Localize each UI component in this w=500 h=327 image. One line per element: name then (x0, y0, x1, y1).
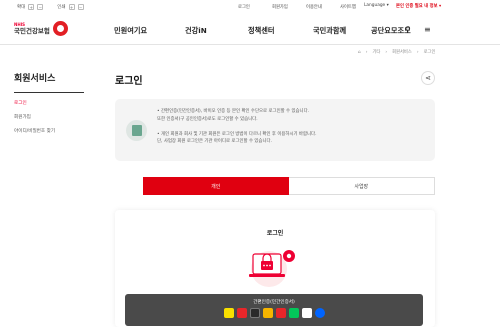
kb-icon[interactable] (263, 308, 273, 318)
tab-personal[interactable]: 개인 (143, 177, 289, 195)
breadcrumb-member[interactable]: 회원서비스 (392, 49, 412, 55)
language-select[interactable]: Language ▾ (364, 3, 389, 8)
print-minus-button[interactable]: − (77, 4, 84, 10)
payco-icon[interactable] (237, 308, 247, 318)
laptop-lock-icon (249, 250, 295, 287)
notice-line: • 개인 회원과 회사 및 기관 회원은 로그인 방법이 다르니 확인 후 이용… (157, 131, 317, 137)
document-icon (126, 120, 147, 141)
font-size-label: 확대 (17, 5, 26, 10)
user-menu[interactable]: 본인 인증 필요 내 정보 ▾ (396, 3, 441, 9)
signup-link[interactable]: 회원가입 (272, 4, 306, 10)
search-icon[interactable]: ⚲ (405, 25, 411, 34)
share-icon[interactable]: ⋖ (421, 71, 435, 85)
notice-line: • 간편인증(민간인증서), 바이오 인증 등 본인 확인 수단으로 로그인할 … (157, 109, 310, 114)
toss-icon[interactable] (315, 308, 325, 318)
nav-item-together[interactable]: 국민과함께 (313, 26, 371, 36)
notice-line (157, 123, 316, 131)
naver-icon[interactable] (289, 308, 299, 318)
page-title: 로그인 (115, 76, 143, 87)
sidebar-menu: 로그인 회원가입 아이디/비밀번호 찾기 (14, 100, 55, 142)
main-nav: 민원여기요 건강iN 정책센터 국민과함께 공단요모조모 (114, 26, 441, 36)
breadcrumb-current: 로그인 (423, 50, 436, 55)
logo-mark-icon (52, 21, 68, 36)
notice-line: 또한 인증서(구 공인인증서)로도 로그인할 수 있습니다. (157, 116, 258, 122)
sidebar-item-find-account[interactable]: 아이디/비밀번호 찾기 (14, 128, 55, 142)
nav-item-civil[interactable]: 민원여기요 (114, 26, 185, 36)
sidebar-title: 회원서비스 (14, 74, 56, 84)
login-card-title: 로그인 (266, 230, 284, 237)
nav-item-policy[interactable]: 정책센터 (248, 26, 313, 36)
simple-auth-title: 간편인증(민간인증서) (253, 300, 295, 305)
pass-icon[interactable] (276, 308, 286, 318)
breadcrumb: ⌂ › 기타 › 회원서비스 › 로그인 (358, 49, 436, 56)
print-label: 인쇄 (57, 5, 66, 10)
nav-item-health[interactable]: 건강iN (185, 26, 248, 36)
print-plus-button[interactable]: + (68, 4, 75, 10)
login-link[interactable]: 로그인 (238, 4, 272, 10)
zoom-in-button[interactable]: + (28, 4, 35, 10)
site-logo[interactable]: NHIS 국민건강보험 (14, 21, 68, 36)
guide-link[interactable]: 이용안내 (306, 4, 340, 10)
notice-line: 단, 사업장 회원 로그인은 기관 아이디로 로그인할 수 있습니다. (157, 139, 272, 145)
font-size-controls: 확대 + − 인쇄 + − (17, 4, 84, 10)
simple-auth-icons (224, 308, 325, 318)
notice-box: • 간편인증(민간인증서), 바이오 인증 등 본인 확인 수단으로 로그인할 … (115, 99, 435, 161)
breadcrumb-etc[interactable]: 기타 (372, 49, 380, 55)
zoom-out-button[interactable]: − (37, 4, 44, 10)
breadcrumb-separator: › (416, 49, 419, 55)
site-header: NHIS 국민건강보험 민원여기요 건강iN 정책센터 국민과함께 공단요모조모… (0, 15, 500, 45)
login-card: 로그인 간편인증(민간인증서) (115, 210, 435, 327)
menu-icon[interactable]: ≡ (424, 25, 431, 34)
kakao-icon[interactable] (224, 308, 234, 318)
utility-bar: 확대 + − 인쇄 + − 로그인 회원가입 이용안내 사이트맵 Languag… (0, 0, 500, 15)
sidebar-item-signup[interactable]: 회원가입 (14, 114, 55, 128)
sitemap-link[interactable]: 사이트맵 (340, 4, 364, 10)
login-type-tabs: 개인 사업장 (143, 177, 435, 195)
breadcrumb-separator: › (385, 49, 388, 55)
sidebar-item-login[interactable]: 로그인 (14, 100, 55, 114)
samsung-pass-icon[interactable] (250, 308, 260, 318)
notice-text: • 간편인증(민간인증서), 바이오 인증 등 본인 확인 수단으로 로그인할 … (157, 108, 316, 146)
tab-business[interactable]: 사업장 (288, 177, 435, 195)
utility-links: 로그인 회원가입 이용안내 사이트맵 (238, 4, 364, 10)
breadcrumb-separator: › (365, 49, 368, 55)
shinhan-icon[interactable] (302, 308, 312, 318)
home-icon[interactable]: ⌂ (358, 50, 361, 55)
simple-auth-panel: 간편인증(민간인증서) (125, 294, 423, 326)
brand-name: 국민건강보험 (14, 26, 50, 35)
sidebar-divider (14, 92, 84, 93)
